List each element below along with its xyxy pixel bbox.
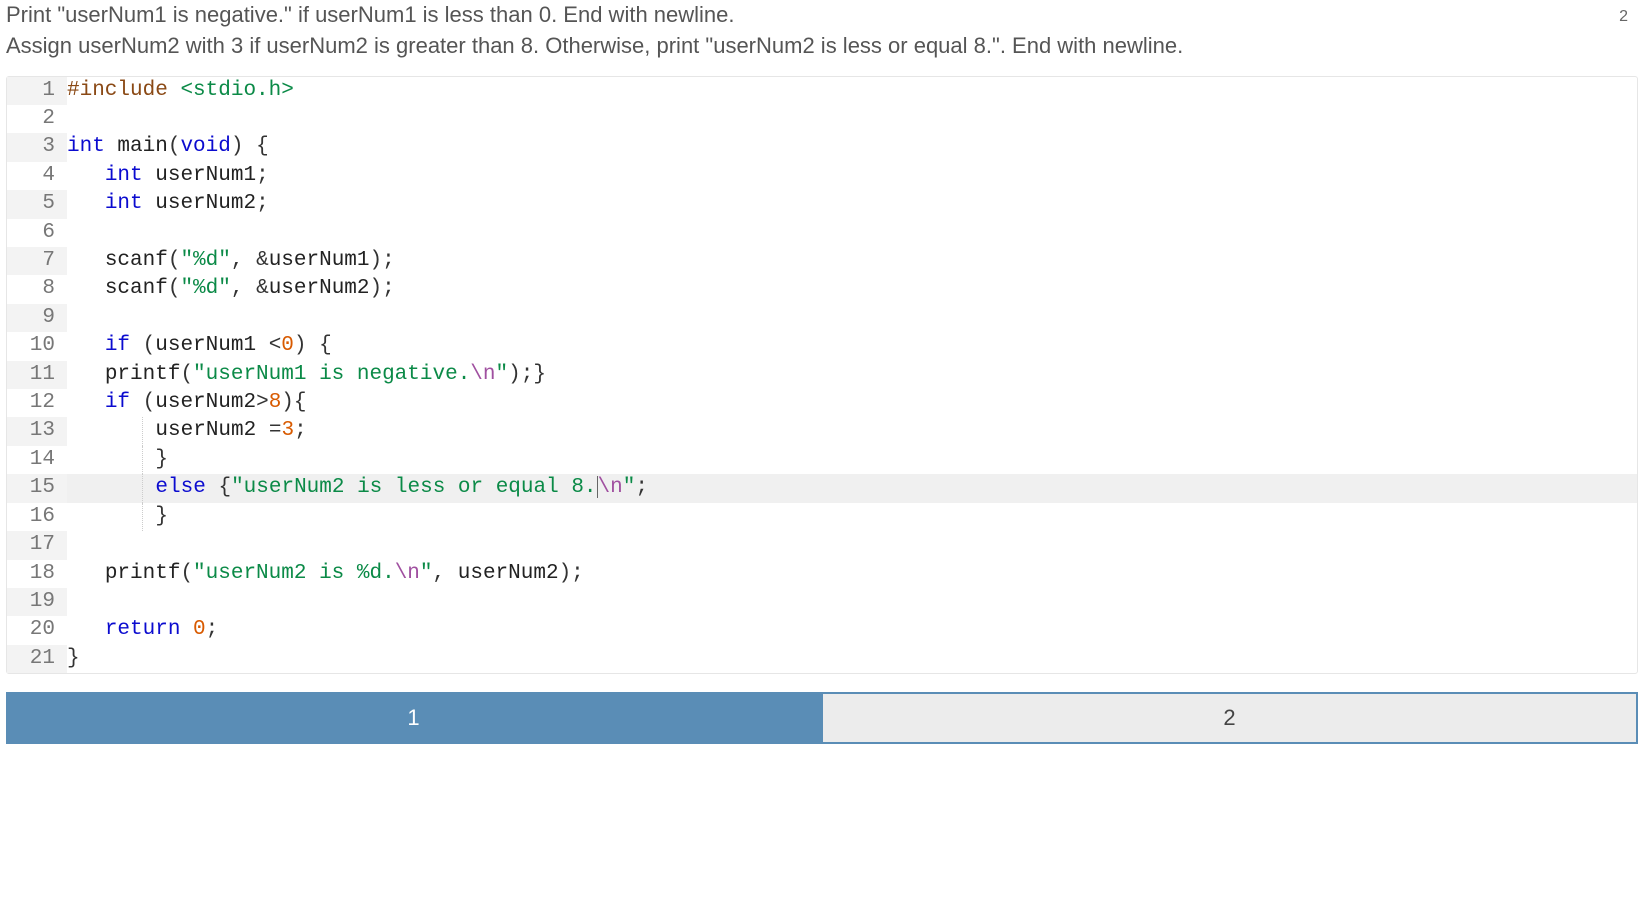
gutter-line-number: 1 — [7, 77, 67, 105]
code-line[interactable]: scanf("%d", &userNum2); — [67, 275, 1637, 303]
gutter-line-number: 16 — [7, 503, 67, 531]
code-line[interactable]: printf("userNum2 is %d.\n", userNum2); — [67, 560, 1637, 588]
gutter-line-number: 8 — [7, 275, 67, 303]
code-line[interactable]: if (userNum2>8){ — [67, 389, 1637, 417]
code-line[interactable]: int userNum2; — [67, 190, 1637, 218]
gutter-line-number: 3 — [7, 133, 67, 161]
code-line[interactable] — [67, 531, 1637, 559]
gutter-line-number: 10 — [7, 332, 67, 360]
problem-line-2: Assign userNum2 with 3 if userNum2 is gr… — [6, 33, 1183, 58]
problem-statement: Print "userNum1 is negative." if userNum… — [6, 0, 1638, 62]
tab-1[interactable]: 1 — [6, 692, 821, 744]
code-line[interactable] — [67, 105, 1637, 133]
code-line[interactable] — [67, 304, 1637, 332]
code-line[interactable]: } — [67, 446, 1637, 474]
code-line[interactable]: scanf("%d", &userNum1); — [67, 247, 1637, 275]
code-line[interactable] — [67, 219, 1637, 247]
code-line[interactable]: int main(void) { — [67, 133, 1637, 161]
code-line[interactable]: printf("userNum1 is negative.\n");} — [67, 361, 1637, 389]
badge-count: 2 — [1619, 8, 1628, 26]
gutter-line-number: 15 — [7, 474, 67, 502]
gutter-line-number: 2 — [7, 105, 67, 133]
gutter-line-number: 18 — [7, 560, 67, 588]
gutter-line-number: 12 — [7, 389, 67, 417]
problem-line-1: Print "userNum1 is negative." if userNum… — [6, 2, 735, 27]
gutter-line-number: 5 — [7, 190, 67, 218]
gutter-line-number: 14 — [7, 446, 67, 474]
code-line[interactable]: } — [67, 503, 1637, 531]
code-line[interactable]: #include <stdio.h> — [67, 77, 1637, 105]
gutter-line-number: 17 — [7, 531, 67, 559]
tab-2[interactable]: 2 — [821, 692, 1638, 744]
code-editor[interactable]: 1 #include <stdio.h> 2 3 int main(void) … — [6, 76, 1638, 675]
code-line[interactable]: int userNum1; — [67, 162, 1637, 190]
gutter-line-number: 13 — [7, 417, 67, 445]
code-line[interactable]: } — [67, 645, 1637, 673]
gutter-line-number: 21 — [7, 645, 67, 673]
code-line[interactable]: if (userNum1 <0) { — [67, 332, 1637, 360]
test-case-tabs: 1 2 — [6, 692, 1638, 744]
gutter-line-number: 7 — [7, 247, 67, 275]
code-line[interactable]: userNum2 =3; — [67, 417, 1637, 445]
gutter-line-number: 19 — [7, 588, 67, 616]
gutter-line-number: 9 — [7, 304, 67, 332]
code-line[interactable]: else {"userNum2 is less or equal 8.\n"; — [67, 474, 1637, 502]
gutter-line-number: 6 — [7, 219, 67, 247]
code-line[interactable] — [67, 588, 1637, 616]
gutter-line-number: 4 — [7, 162, 67, 190]
gutter-line-number: 11 — [7, 361, 67, 389]
gutter-line-number: 20 — [7, 616, 67, 644]
code-line[interactable]: return 0; — [67, 616, 1637, 644]
